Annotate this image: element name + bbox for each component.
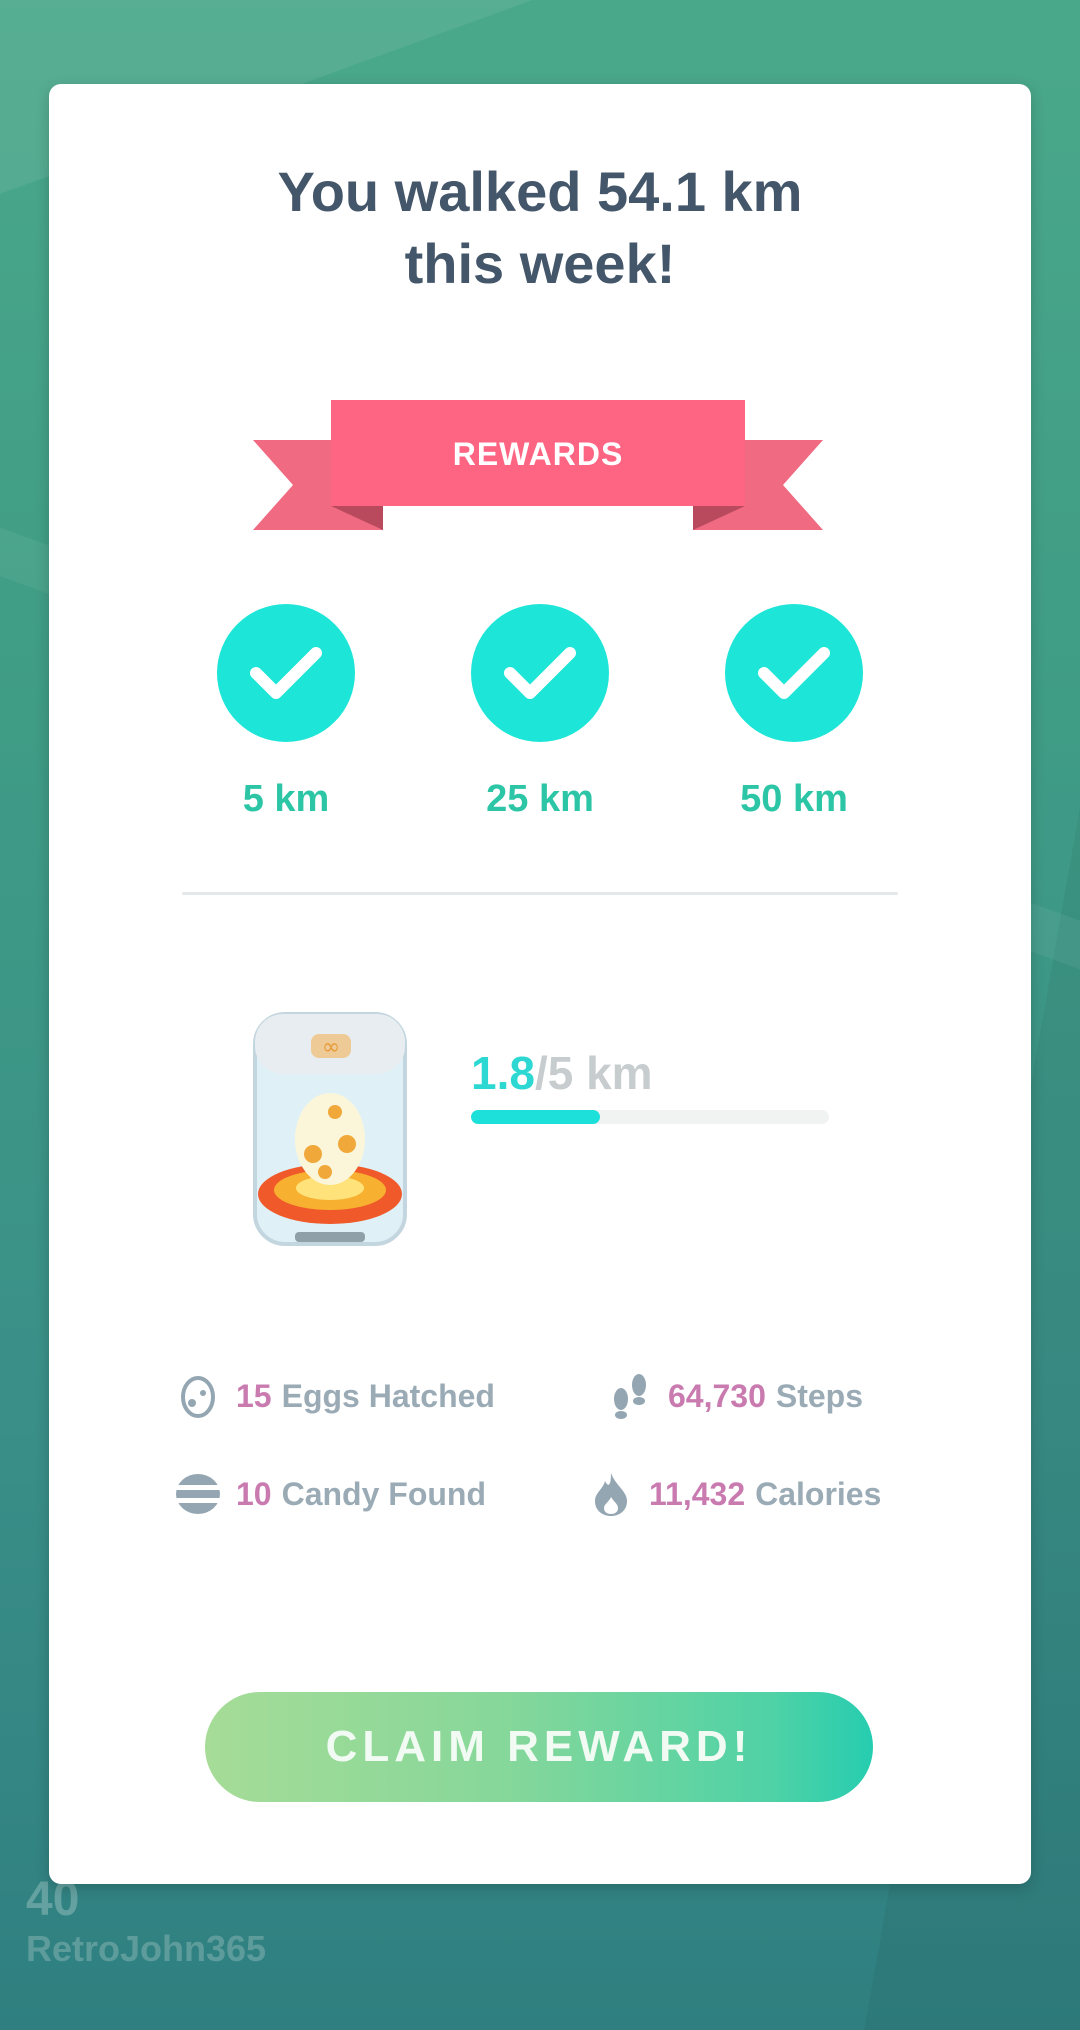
checkmark-icon: [471, 604, 609, 742]
distance-total: 5 km: [547, 1047, 653, 1099]
weekly-summary-dialog: You walked 54.1 km this week! REWARDS 5 …: [49, 84, 1031, 1884]
footprints-icon: [606, 1372, 654, 1420]
trainer-name: RetroJohn365: [26, 1928, 267, 1969]
claim-reward-button[interactable]: CLAIM REWARD!: [205, 1692, 873, 1802]
distance-walked: 1.8: [471, 1047, 535, 1099]
rewards-label: REWARDS: [452, 436, 624, 472]
egg-progress-bar: [471, 1110, 829, 1124]
stat-eggs-hatched: 15 Eggs Hatched: [174, 1372, 495, 1420]
checkmark-icon: [725, 604, 863, 742]
candy-label: Candy Found: [281, 1475, 487, 1512]
egg-incubator-icon: ∞: [245, 994, 415, 1260]
milestone-25km: 25 km: [470, 604, 610, 821]
egg-icon: [174, 1372, 222, 1420]
steps-label: Steps: [775, 1377, 864, 1414]
dialog-title: You walked 54.1 km this week!: [49, 156, 1031, 300]
distance-separator: /: [534, 1047, 548, 1099]
candy-icon: [174, 1470, 222, 1518]
stat-steps: 64,730 Steps: [606, 1372, 863, 1420]
milestone-50km: 50 km: [724, 604, 864, 821]
svg-text:∞: ∞: [322, 1035, 340, 1060]
milestone-label: 25 km: [486, 778, 594, 820]
section-divider: [182, 892, 898, 895]
checkmark-icon: [217, 604, 355, 742]
steps-count: 64,730: [668, 1377, 766, 1414]
title-line-1: You walked 54.1 km: [277, 160, 803, 223]
flame-icon: [587, 1470, 635, 1518]
egg-distance-progress: 1.8/5 km: [471, 1046, 653, 1100]
eggs-hatched-count: 15: [236, 1377, 272, 1414]
candy-count: 10: [236, 1475, 272, 1512]
milestone-label: 5 km: [242, 778, 330, 820]
milestone-5km: 5 km: [216, 604, 356, 821]
calories-label: Calories: [755, 1475, 882, 1512]
rewards-ribbon: REWARDS: [253, 400, 823, 536]
stat-candy-found: 10 Candy Found: [174, 1470, 486, 1518]
egg-progress-fill: [471, 1110, 600, 1124]
eggs-hatched-label: Eggs Hatched: [281, 1377, 495, 1414]
milestone-label: 50 km: [740, 778, 848, 820]
title-line-2: this week!: [404, 232, 676, 295]
stat-calories: 11,432 Calories: [587, 1470, 881, 1518]
calories-count: 11,432: [649, 1475, 746, 1512]
